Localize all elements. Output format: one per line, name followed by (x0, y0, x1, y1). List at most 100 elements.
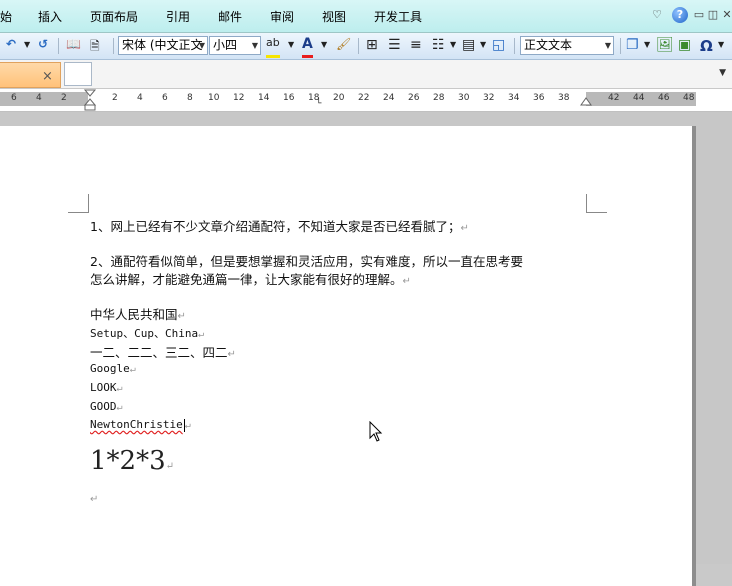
font-size-select[interactable]: 小四 ▼ (209, 36, 261, 55)
toolbar-separator (358, 38, 359, 54)
font-name-select[interactable]: 宋体 (中文正文 ▼ (118, 36, 208, 55)
columns-icon[interactable]: ▤ (462, 37, 475, 55)
chevron-down-icon[interactable]: ♡ (650, 8, 664, 22)
columns-dropdown-icon[interactable]: ▼ (480, 40, 486, 58)
paragraph-empty[interactable]: ↵ (90, 490, 98, 505)
document-tab[interactable]: × (0, 62, 61, 88)
style-select[interactable]: 正文文本 ▼ (520, 36, 614, 55)
paragraph-text: 怎么讲解，才能避免通篇一律，让大家能有很好的理解。 (90, 272, 403, 287)
toolbar-separator (514, 38, 515, 54)
styles-icon[interactable]: ◱ (492, 37, 505, 55)
chevron-down-icon: ▼ (604, 41, 611, 50)
special-char-dropdown-icon[interactable]: ▼ (718, 40, 724, 58)
minimize-icon[interactable]: ▭ (692, 8, 706, 22)
misspelled-word[interactable]: NewtonChristie (90, 418, 183, 431)
ruler-label: 10 (208, 93, 220, 103)
redo-icon[interactable]: ↺ (38, 37, 48, 55)
highlight-icon[interactable]: ab (266, 37, 280, 58)
font-color-icon[interactable]: A (302, 37, 313, 58)
paragraph-text: 一二、二二、三二、四二 (90, 345, 228, 360)
right-indent-marker-icon[interactable] (580, 95, 592, 107)
paragraph-2-continued[interactable]: 怎么讲解，才能避免通篇一律，让大家能有很好的理解。↵ (90, 269, 411, 288)
page-view-icon[interactable]: 📖 (66, 37, 81, 55)
ruler-label: 20 (333, 93, 345, 103)
help-icon[interactable]: ? (672, 7, 688, 23)
chevron-down-icon: ▼ (251, 41, 258, 50)
ruler-label: 42 (608, 93, 620, 103)
paragraph-mark: ↵ (177, 311, 186, 322)
window-controls: ♡ ? ▭ ◫ ✕ (0, 6, 732, 26)
table-borders-icon[interactable]: ⊞ (366, 37, 378, 55)
tab-stop-marker-icon[interactable]: └ (316, 99, 321, 109)
paragraph-mark: ↵ (227, 349, 236, 360)
ruler-label: 28 (433, 93, 445, 103)
paragraph-9[interactable]: NewtonChristie ↵ (90, 418, 191, 432)
paragraph-text: Google (90, 362, 130, 375)
picture-icon[interactable]: 🖼 (656, 37, 674, 55)
ruler-label: 24 (383, 93, 395, 103)
document-page[interactable]: 1、网上已经有不少文章介绍通配符，不知道大家是否已经看腻了；↵ 2、通配符看似简… (0, 126, 692, 586)
ruler-label: 32 (483, 93, 495, 103)
paragraph-7[interactable]: LOOK↵ (90, 381, 123, 394)
formatting-toolbar: ↶ ▼ ↺ 📖 🗎 宋体 (中文正文 ▼ 小四 ▼ ab ▼ A ▼ 🖌 ⊞ ☰… (0, 33, 732, 60)
horizontal-ruler[interactable]: 6 4 2 2 4 6 8 10 12 14 16 18 20 22 24 26… (0, 89, 732, 112)
paragraph-2[interactable]: 2、通配符看似简单，但是要想掌握和灵活应用，实有难度，所以一直在思考要 (90, 251, 523, 270)
restore-icon[interactable]: ◫ (706, 8, 720, 22)
font-name-value: 宋体 (中文正文 (122, 38, 203, 52)
ruler-label: 14 (258, 93, 270, 103)
font-color-dropdown-icon[interactable]: ▼ (321, 40, 327, 58)
undo-icon[interactable]: ↶ (6, 37, 16, 55)
ruler-label: 34 (508, 93, 520, 103)
close-icon[interactable]: ✕ (720, 8, 732, 22)
paragraph-text: 中华人民共和国 (90, 307, 178, 322)
ruler-label: 2 (112, 93, 118, 103)
paragraph-mark: ↵ (129, 364, 136, 375)
line-spacing-icon[interactable]: ☷ (432, 37, 445, 55)
paragraph-10[interactable]: 1*2*3↵ (90, 446, 174, 476)
highlight-dropdown-icon[interactable]: ▼ (288, 40, 294, 58)
paragraph-mark: ↵ (460, 223, 469, 234)
font-size-value: 小四 (213, 38, 238, 52)
ruler-label: 16 (283, 93, 295, 103)
mouse-pointer-icon (369, 421, 383, 442)
paragraph-icon[interactable]: ☰ (388, 37, 401, 55)
toolbar-separator (620, 38, 621, 54)
paragraph-text: 1*2*3 (90, 446, 166, 476)
format-painter-icon[interactable]: 🖌 (336, 37, 351, 55)
ruler-label: 6 (11, 93, 17, 103)
toolbar-separator (113, 38, 114, 54)
ruler-label: 26 (408, 93, 420, 103)
indent-marker-icon[interactable] (84, 89, 96, 111)
ruler-label: 30 (458, 93, 470, 103)
margin-corner-marker (586, 194, 607, 213)
shapes-icon[interactable]: ❐ (626, 37, 639, 55)
chevron-down-icon: ▼ (198, 41, 205, 50)
paragraph-5[interactable]: 一二、二二、三二、四二↵ (90, 342, 236, 361)
close-icon[interactable]: × (42, 69, 53, 84)
align-icon[interactable]: ≡ (410, 37, 422, 55)
ruler-label: 8 (187, 93, 193, 103)
paragraph-mark: ↵ (116, 402, 123, 413)
paragraph-8[interactable]: GOOD↵ (90, 400, 123, 413)
chart-icon[interactable]: ▣ (678, 37, 691, 55)
paragraph-mark: ↵ (165, 461, 175, 472)
chevron-down-icon[interactable]: ▼ (719, 68, 726, 78)
shapes-dropdown-icon[interactable]: ▼ (644, 40, 650, 58)
ruler-label: 38 (558, 93, 570, 103)
undo-dropdown-icon[interactable]: ▼ (24, 40, 30, 58)
paragraph-mark: ↵ (402, 276, 411, 287)
paragraph-1[interactable]: 1、网上已经有不少文章介绍通配符，不知道大家是否已经看腻了；↵ (90, 216, 469, 235)
paragraph-mark: ↵ (184, 420, 191, 431)
paragraph-3[interactable]: 中华人民共和国↵ (90, 304, 186, 323)
paragraph-text: GOOD (90, 400, 117, 413)
print-preview-icon[interactable]: 🗎 (90, 37, 100, 55)
paragraph-4[interactable]: Setup、Cup、China↵ (90, 325, 204, 341)
menu-bar: 始 插入 页面布局 引用 邮件 审阅 视图 开发工具 ♡ ? ▭ ◫ ✕ (0, 0, 732, 33)
paragraph-text: 2、通配符看似简单，但是要想掌握和灵活应用，实有难度，所以一直在思考要 (90, 254, 523, 269)
ruler-label: 6 (162, 93, 168, 103)
new-tab-button[interactable] (64, 62, 92, 86)
line-spacing-dropdown-icon[interactable]: ▼ (450, 40, 456, 58)
special-char-icon[interactable]: Ω (700, 37, 713, 55)
paragraph-6[interactable]: Google↵ (90, 362, 136, 375)
ruler-label: 46 (658, 93, 670, 103)
